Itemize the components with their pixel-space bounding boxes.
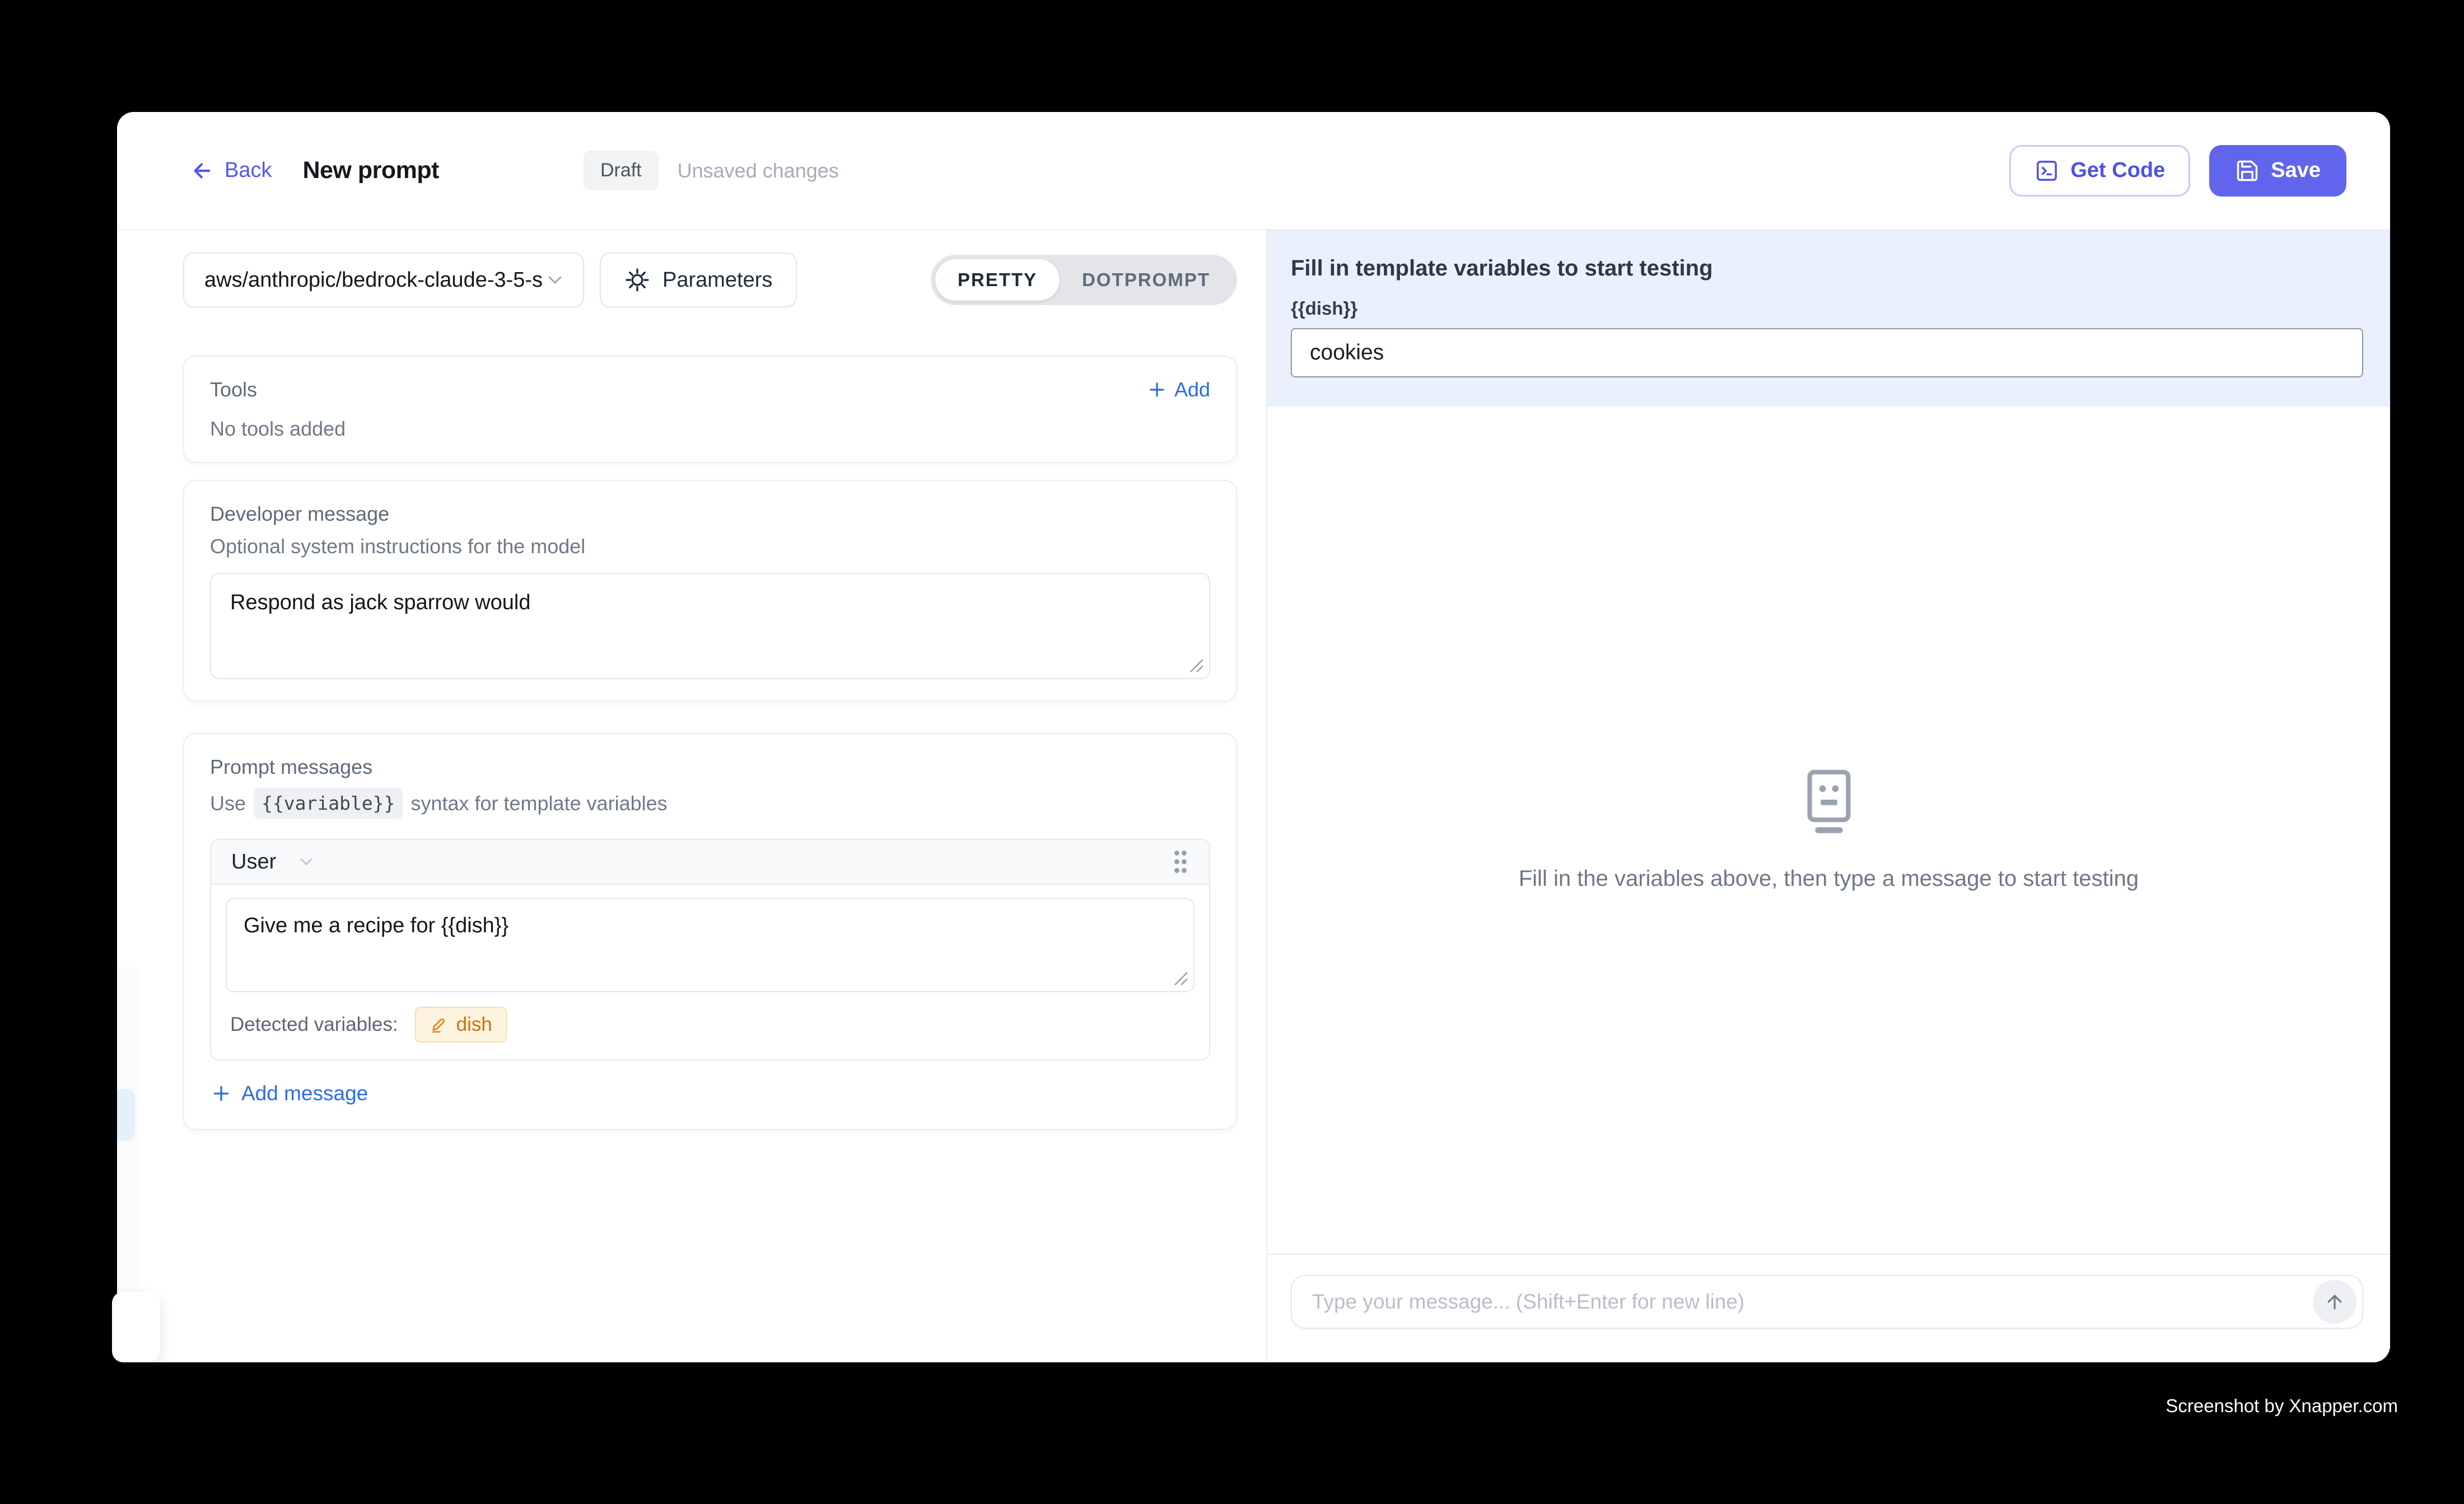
empty-state-text: Fill in the variables above, then type a… [1519,866,2139,891]
arrow-up-icon [2323,1291,2346,1313]
developer-message-title: Developer message [210,502,1210,526]
gear-icon [624,267,650,293]
chevron-down-icon [296,852,316,872]
watermark-text: Screenshot by Xnapper.com [2166,1395,2398,1417]
unsaved-changes-note: Unsaved changes [678,159,839,183]
plus-icon [210,1082,232,1105]
prompt-editor-panel: aws/anthropic/bedrock-claude-3-5-s... Pa… [117,230,1267,1361]
developer-message-value: Respond as jack sparrow would [230,591,531,614]
detected-variables-label: Detected variables: [230,1013,398,1036]
model-selector[interactable]: aws/anthropic/bedrock-claude-3-5-s... [183,253,584,307]
save-floppy-icon [2235,158,2260,183]
view-mode-toggle: PRETTY DOTPROMPT [931,255,1237,305]
model-selector-value: aws/anthropic/bedrock-claude-3-5-s... [204,268,544,292]
save-button[interactable]: Save [2209,145,2346,197]
add-tool-button[interactable]: Add [1146,378,1210,401]
prompt-messages-card: Prompt messages Use {{variable}} syntax … [183,733,1237,1130]
prompt-tester-panel: Fill in template variables to start test… [1267,230,2390,1361]
status-badge: Draft [584,151,659,190]
tools-empty-text: No tools added [210,417,1210,441]
prompt-message-block: User Give me a recipe for {{dish}} [210,839,1210,1061]
get-code-label: Get Code [2070,158,2165,183]
developer-message-card: Developer message Optional system instru… [183,480,1237,702]
code-terminal-icon [2034,158,2059,183]
sidebar-active-item [117,1089,135,1141]
variables-section-title: Fill in template variables to start test… [1291,256,2363,281]
tools-card-header: Tools Add [210,378,1210,401]
pencil-icon [430,1015,449,1034]
message-role-row: User [211,840,1209,885]
variable-syntax-chip: {{variable}} [254,788,403,819]
parameters-button[interactable]: Parameters [600,253,797,307]
add-message-button[interactable]: Add message [210,1082,1210,1105]
send-message-button[interactable] [2313,1280,2356,1324]
main-content: aws/anthropic/bedrock-claude-3-5-s... Pa… [117,230,2390,1361]
message-body: Give me a recipe for {{dish}} [211,885,1209,992]
app-window: Back New prompt Draft Unsaved changes Ge… [117,112,2390,1362]
robot-face-icon [1801,769,1857,838]
toggle-dotprompt[interactable]: DOTPROMPT [1060,259,1233,301]
role-value: User [231,850,276,874]
drag-handle[interactable] [1168,847,1193,876]
tools-title: Tools [210,378,257,401]
variable-chip-label: dish [456,1013,492,1036]
get-code-button[interactable]: Get Code [2009,145,2190,197]
chat-message-input[interactable] [1312,1290,2313,1314]
syntax-help-line: Use {{variable}} syntax for template var… [210,788,1210,819]
chat-input-bar [1291,1275,2363,1329]
developer-message-textarea[interactable]: Respond as jack sparrow would [210,573,1210,679]
resize-grip-icon[interactable] [1188,657,1205,674]
back-label: Back [225,158,272,183]
resize-grip-icon[interactable] [1172,970,1189,987]
toggle-pretty[interactable]: PRETTY [935,259,1060,301]
variable-key-label: {{dish}} [1291,298,2363,319]
chat-input-container [1267,1254,2390,1361]
message-content-value: Give me a recipe for {{dish}} [244,914,508,937]
syntax-suffix: syntax for template variables [410,792,667,815]
back-button[interactable]: Back [189,158,272,184]
template-variables-section: Fill in template variables to start test… [1267,230,2390,407]
model-row: aws/anthropic/bedrock-claude-3-5-s... Pa… [183,253,1237,307]
add-tool-label: Add [1174,378,1210,401]
syntax-prefix: Use [210,792,246,815]
detected-variables-row: Detected variables: dish [211,992,1209,1059]
chevron-down-icon [544,269,566,291]
save-label: Save [2271,158,2321,183]
sidebar-edge-strip [117,968,140,1291]
variable-chip-dish[interactable]: dish [415,1007,507,1043]
tools-card: Tools Add No tools added [183,356,1237,463]
chat-empty-state: Fill in the variables above, then type a… [1267,407,2390,1254]
role-selector[interactable]: User [231,850,316,874]
parameters-label: Parameters [662,268,772,292]
floating-corner-card [112,1292,160,1362]
page-title: New prompt [302,157,438,184]
topbar-actions: Get Code Save [2009,145,2346,197]
message-content-textarea[interactable]: Give me a recipe for {{dish}} [226,898,1194,992]
plus-icon [1146,379,1168,400]
add-message-label: Add message [241,1082,368,1105]
developer-message-subtitle: Optional system instructions for the mod… [210,535,1210,558]
drag-dots-icon [1168,847,1193,876]
desktop-background: Back New prompt Draft Unsaved changes Ge… [0,0,2464,1504]
variable-value-input[interactable] [1291,328,2363,377]
prompt-messages-title: Prompt messages [210,755,1210,779]
top-bar: Back New prompt Draft Unsaved changes Ge… [117,112,2390,230]
back-arrow-icon [189,158,214,184]
